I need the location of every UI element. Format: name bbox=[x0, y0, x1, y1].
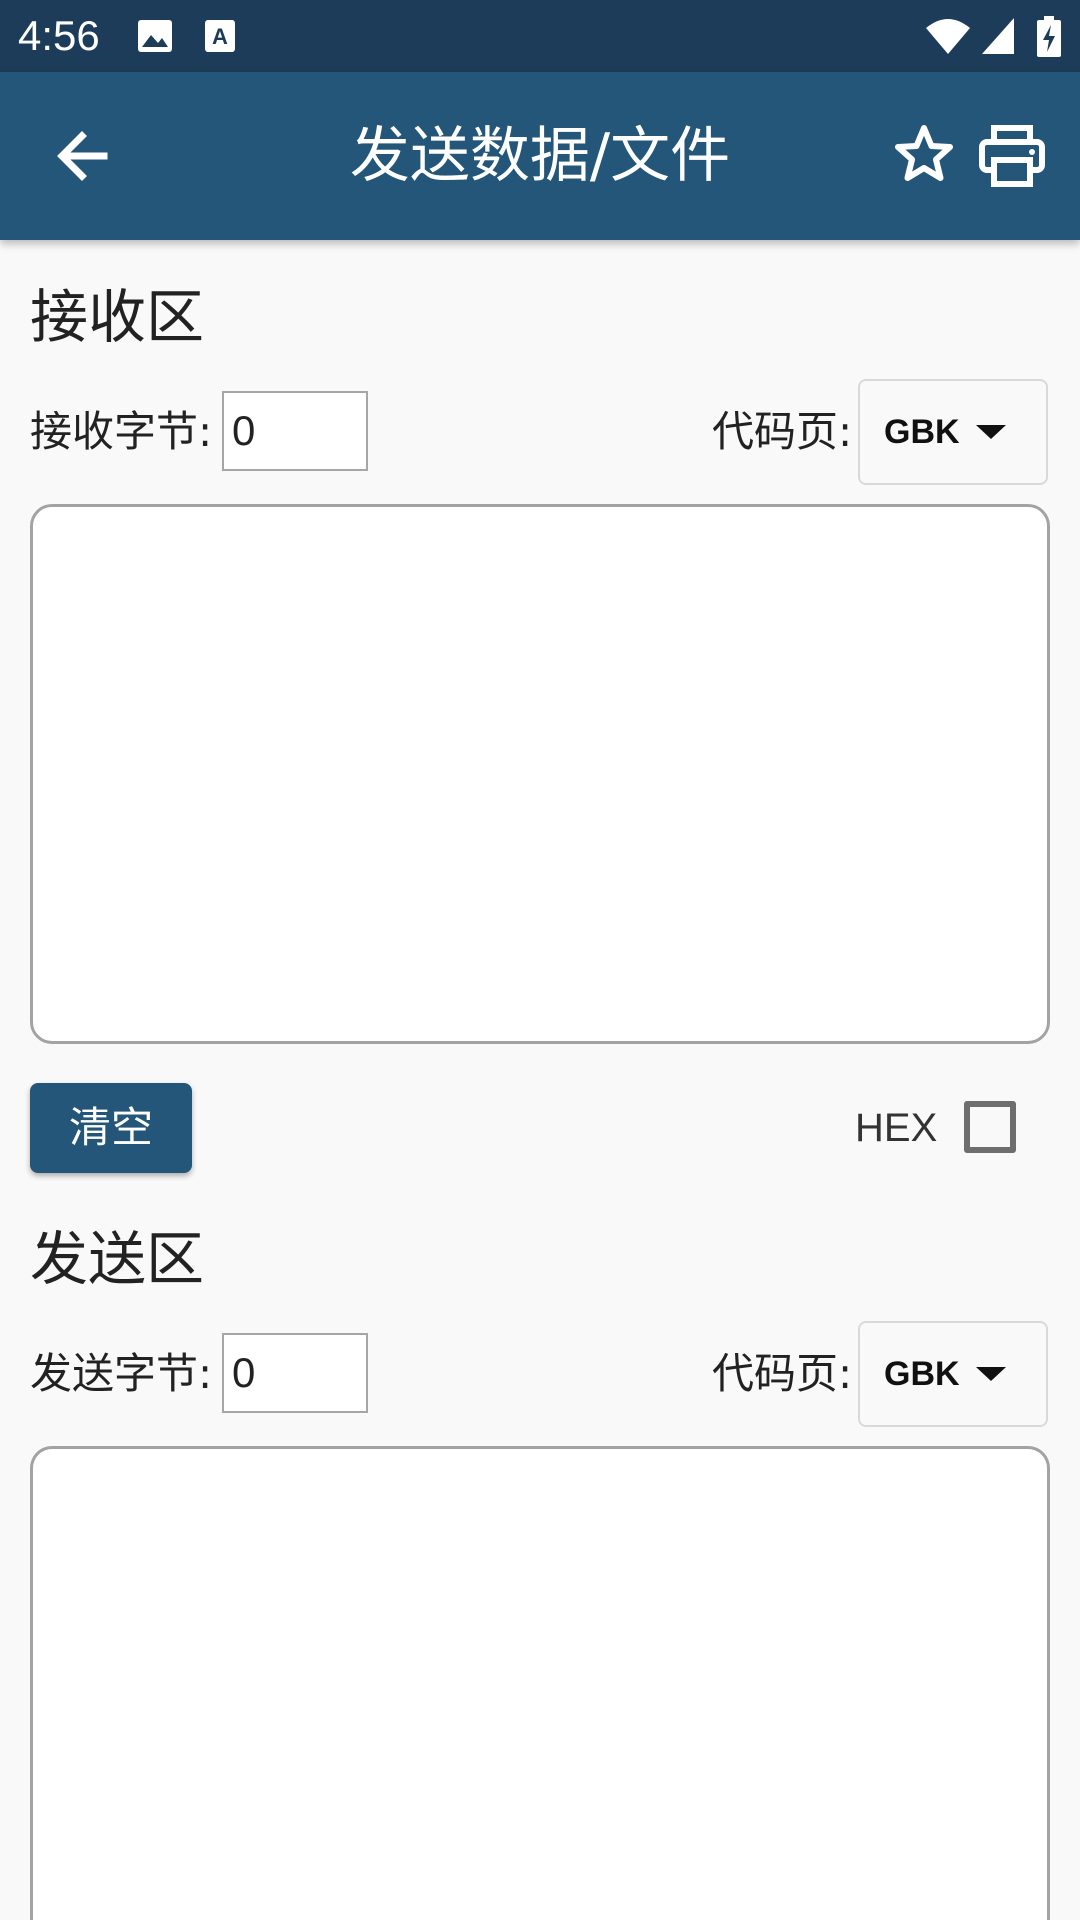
send-codepage-label: 代码页: bbox=[712, 1349, 853, 1398]
chevron-down-icon bbox=[976, 1367, 1006, 1381]
receive-section-title: 接收区 bbox=[30, 283, 205, 351]
arrow-left-icon bbox=[57, 131, 108, 181]
image-icon bbox=[136, 16, 174, 60]
print-button[interactable] bbox=[978, 122, 1046, 190]
receive-codepage-label: 代码页: bbox=[712, 407, 853, 456]
send-text-area[interactable] bbox=[30, 1446, 1050, 1920]
app-bar: 发送数据/文件 bbox=[0, 72, 1080, 240]
star-icon bbox=[895, 125, 953, 181]
send-codepage-select[interactable]: GBK bbox=[858, 1321, 1048, 1427]
receive-bytes-field[interactable]: 0 bbox=[222, 391, 368, 471]
printer-icon bbox=[979, 125, 1045, 187]
back-button[interactable] bbox=[50, 124, 118, 188]
send-bytes-field[interactable]: 0 bbox=[222, 1333, 368, 1413]
text-notification-icon: A bbox=[204, 16, 236, 60]
wifi-icon bbox=[924, 16, 972, 60]
receive-text-area[interactable] bbox=[30, 504, 1050, 1044]
receive-bytes-label: 接收字节: bbox=[30, 407, 213, 456]
receive-codepage-select[interactable]: GBK bbox=[858, 379, 1048, 485]
send-section-title: 发送区 bbox=[30, 1225, 205, 1293]
clear-button[interactable]: 清空 bbox=[30, 1083, 192, 1173]
signal-icon bbox=[980, 16, 1016, 60]
send-bytes-label: 发送字节: bbox=[30, 1349, 213, 1398]
receive-codepage-value: GBK bbox=[884, 413, 960, 451]
chevron-down-icon bbox=[976, 425, 1006, 439]
status-bar: 4:56 A bbox=[0, 0, 1080, 72]
hex-label: HEX bbox=[855, 1106, 938, 1150]
svg-text:A: A bbox=[212, 24, 228, 49]
hex-checkbox[interactable] bbox=[964, 1101, 1016, 1153]
favorite-button[interactable] bbox=[892, 122, 956, 186]
send-codepage-value: GBK bbox=[884, 1355, 960, 1393]
status-time: 4:56 bbox=[18, 12, 100, 59]
battery-charging-icon bbox=[1036, 16, 1062, 62]
